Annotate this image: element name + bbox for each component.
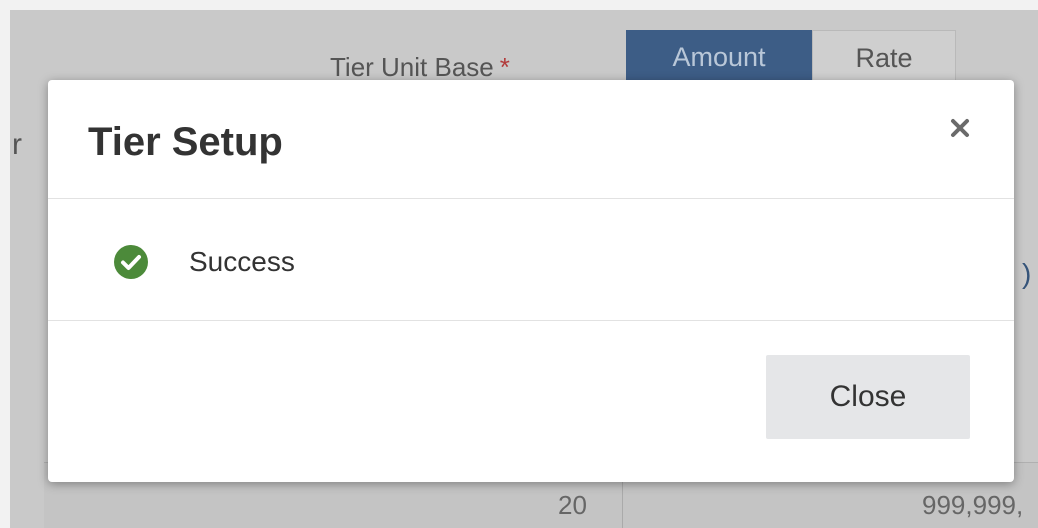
tier-unit-base-text: Tier Unit Base: [330, 52, 494, 82]
background-left-strip: [0, 0, 10, 528]
rate-toggle-button: Rate: [812, 30, 956, 86]
tier-unit-base-label: Tier Unit Base *: [330, 52, 510, 83]
tier-unit-base-toggle: Amount Rate: [626, 30, 956, 86]
success-message: Success: [189, 246, 295, 277]
dialog-title: Tier Setup: [88, 120, 283, 164]
required-mark: *: [499, 52, 510, 82]
background-left-text-fragment: r: [12, 128, 22, 161]
dialog-footer: Close: [48, 320, 1014, 483]
close-button[interactable]: Close: [766, 355, 970, 439]
close-icon[interactable]: [946, 114, 974, 142]
success-check-icon: [114, 245, 148, 279]
dialog-body: Success: [48, 199, 1014, 319]
dialog-header: Tier Setup: [48, 80, 1014, 199]
tier-setup-dialog: Tier Setup Success Close: [48, 80, 1014, 482]
background-table-cell-amount: 999,999,: [922, 490, 1024, 520]
amount-toggle-button: Amount: [626, 30, 812, 86]
background-right-text-fragment: ): [1022, 258, 1032, 289]
background-top-strip: [0, 0, 1038, 10]
background-table-cell-tier: 20: [558, 490, 587, 520]
close-x-glyph: [951, 119, 969, 137]
